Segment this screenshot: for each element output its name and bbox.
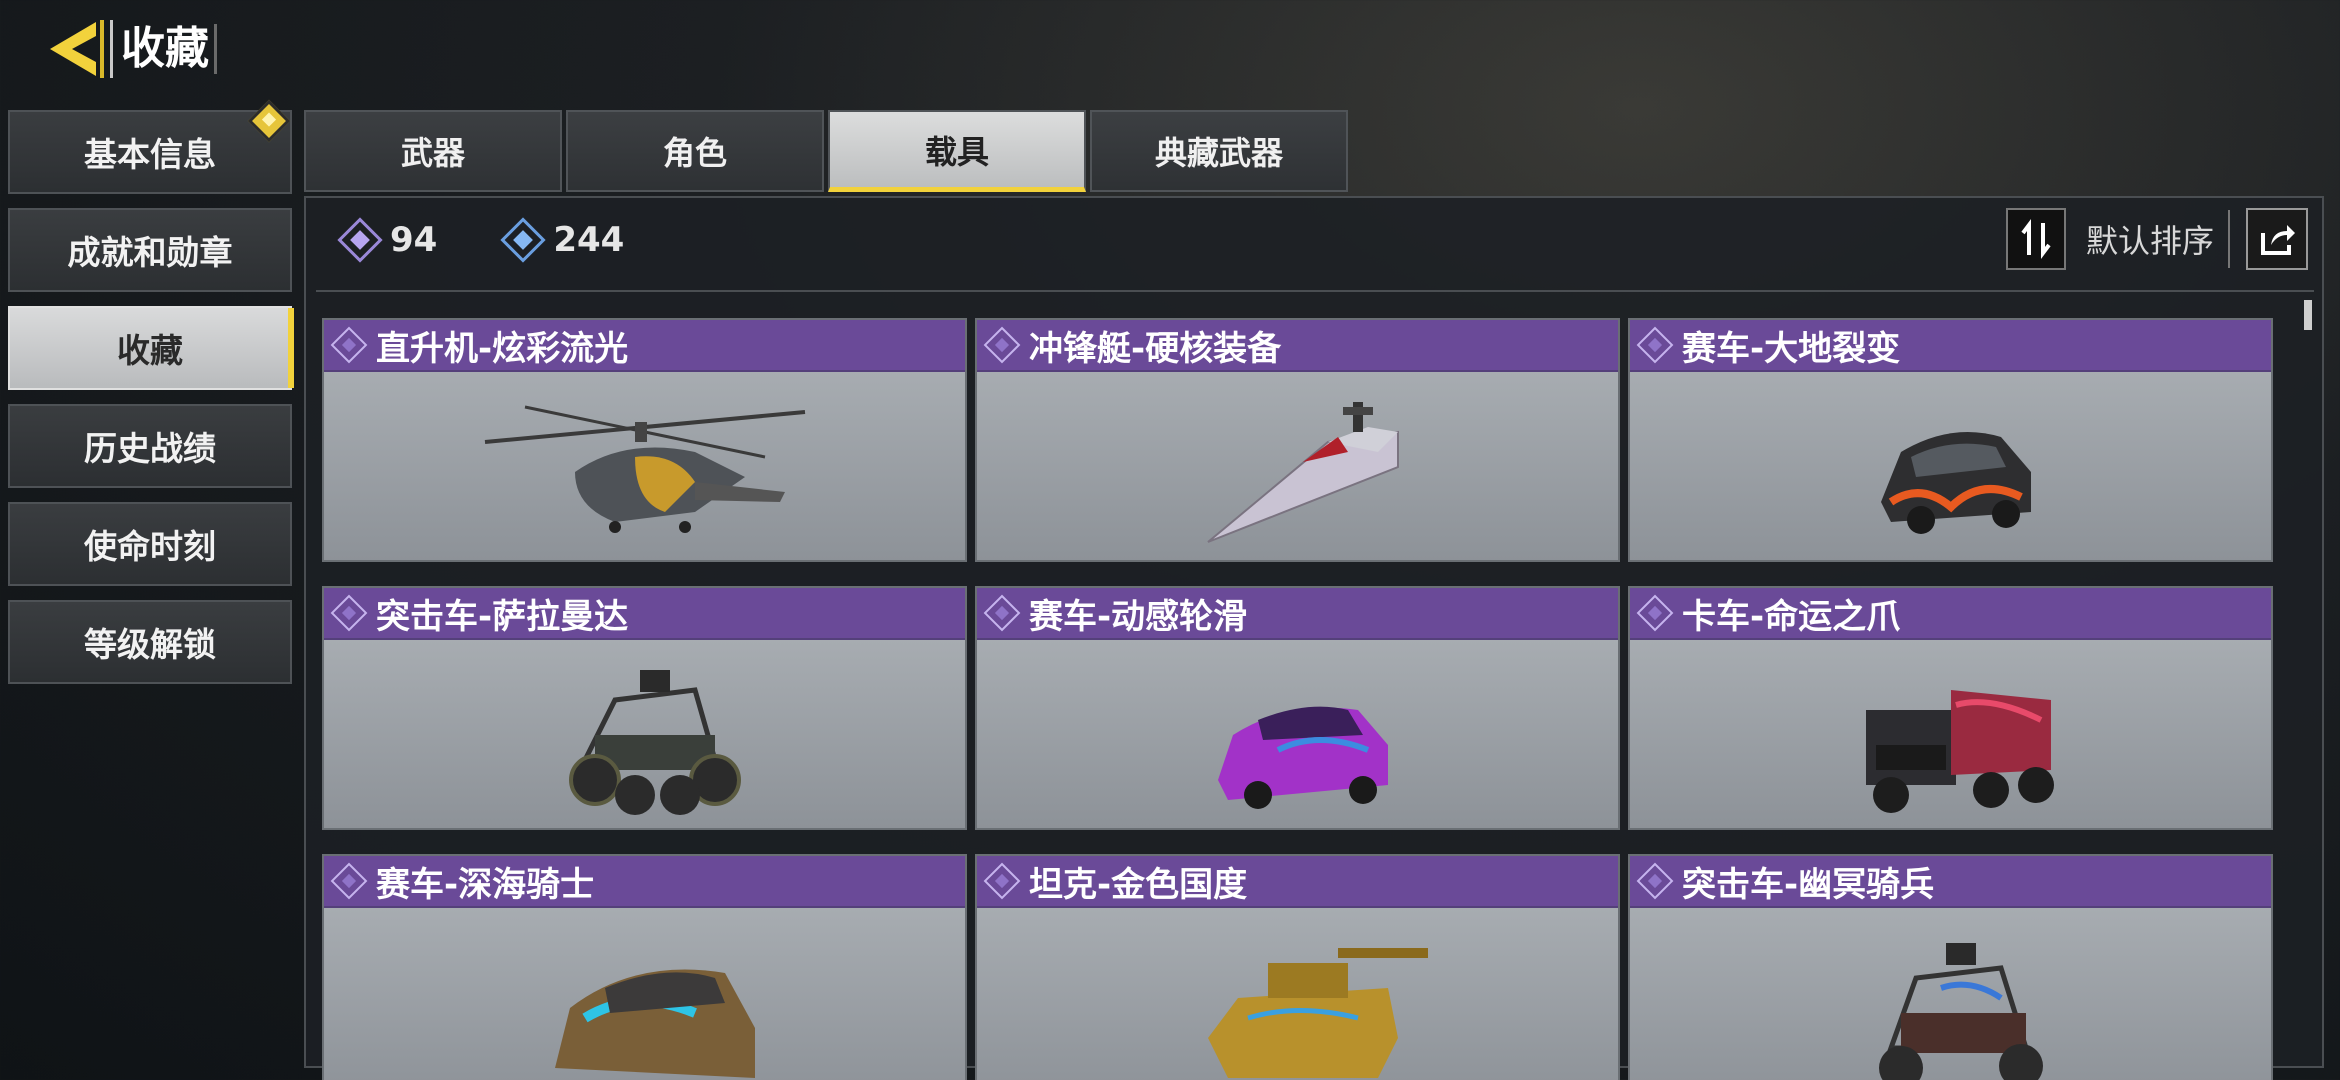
vehicle-image: [977, 640, 1618, 828]
tab-vehicles[interactable]: 载具: [828, 110, 1086, 192]
vehicle-card[interactable]: 赛车-深海骑士: [322, 854, 967, 1080]
helicopter-icon: [484, 405, 805, 533]
rarity-diamond-icon: [983, 594, 1021, 632]
share-icon: [2261, 225, 2295, 255]
buggy-icon: [568, 670, 741, 815]
vehicle-card[interactable]: 卡车-命运之爪: [1628, 586, 2273, 830]
vehicle-card[interactable]: 赛车-大地裂变: [1628, 318, 2273, 562]
card-header: 突击车-萨拉曼达: [324, 588, 965, 640]
sidebar-item-history[interactable]: 历史战绩: [8, 404, 292, 488]
sidebar-item-label: 等级解锁: [84, 625, 216, 664]
sidebar-item-label: 成就和勋章: [67, 233, 233, 272]
vehicle-image: [977, 372, 1618, 560]
vehicle-image: [1630, 908, 2271, 1080]
rarity-diamond-icon: [330, 862, 368, 900]
back-arrow-icon: [50, 20, 104, 78]
tab-weapons[interactable]: 武器: [304, 110, 562, 192]
race-car-icon: [554, 969, 755, 1078]
vehicle-name: 卡车-命运之爪: [1682, 596, 1901, 637]
new-badge-icon: [247, 99, 291, 143]
category-tabs: 武器 角色 载具 典藏武器: [304, 110, 1348, 192]
buggy-icon: [1878, 943, 2043, 1080]
vehicle-image: [977, 908, 1618, 1080]
vehicle-name: 突击车-幽冥骑兵: [1682, 864, 1935, 905]
sort-area: 默认排序: [2005, 208, 2308, 270]
sidebar-item-level-unlock[interactable]: 等级解锁: [8, 600, 292, 684]
back-button[interactable]: [40, 18, 112, 80]
vehicle-name: 赛车-大地裂变: [1682, 328, 1901, 369]
card-header: 赛车-大地裂变: [1630, 320, 2271, 372]
vehicle-card[interactable]: 冲锋艇-硬核装备: [975, 318, 1620, 562]
sidebar-item-label: 收藏: [117, 331, 183, 370]
currency-bar: 94 244: [337, 217, 625, 263]
vehicle-name: 直升机-炫彩流光: [376, 328, 629, 369]
rarity-diamond-icon: [1636, 326, 1674, 364]
sidebar: 基本信息 成就和勋章 收藏 历史战绩 使命时刻 等级解锁: [8, 99, 294, 698]
vehicle-card[interactable]: 突击车-幽冥骑兵: [1628, 854, 2273, 1080]
card-header: 赛车-深海骑士: [324, 856, 965, 908]
sidebar-item-achievements[interactable]: 成就和勋章: [8, 208, 292, 292]
sort-button[interactable]: [2005, 208, 2066, 270]
scrollbar[interactable]: [2304, 300, 2312, 330]
rarity-diamond-icon: [983, 862, 1021, 900]
purple-currency: 94: [337, 217, 438, 263]
blue-currency-value: 244: [553, 220, 625, 260]
vehicle-image: [1630, 372, 2271, 560]
vehicle-name: 赛车-动感轮滑: [1029, 596, 1248, 637]
tank-icon: [1207, 948, 1428, 1078]
vehicle-image: [324, 640, 965, 828]
vehicle-grid: 直升机-炫彩流光 冲锋艇-硬核装备 赛车-大地裂变 突击车-萨拉曼达 赛车-动感…: [322, 318, 2282, 1080]
rarity-diamond-icon: [1636, 862, 1674, 900]
vehicle-card[interactable]: 突击车-萨拉曼达: [322, 586, 967, 830]
sidebar-item-moments[interactable]: 使命时刻: [8, 502, 292, 586]
vehicle-panel: 94 244 默认排序 直升机-炫彩流光 冲锋艇-硬核装备 赛车-大地裂变 突击…: [304, 196, 2324, 1080]
sort-icon: [2021, 219, 2051, 259]
card-header: 卡车-命运之爪: [1630, 588, 2271, 640]
sort-label[interactable]: 默认排序: [2086, 216, 2214, 262]
card-header: 坦克-金色国度: [977, 856, 1618, 908]
vehicle-card[interactable]: 坦克-金色国度: [975, 854, 1620, 1080]
vehicle-card[interactable]: 直升机-炫彩流光: [322, 318, 967, 562]
blue-diamond-icon: [500, 217, 546, 263]
truck-icon: [1865, 690, 2054, 813]
race-car-icon: [1880, 432, 2031, 534]
vehicle-name: 突击车-萨拉曼达: [376, 596, 629, 637]
header-divider: [316, 290, 2314, 292]
tab-collection-weapons[interactable]: 典藏武器: [1090, 110, 1348, 192]
vehicle-image: [324, 908, 965, 1080]
sidebar-item-label: 基本信息: [84, 135, 216, 174]
race-car-icon: [1217, 706, 1388, 809]
rarity-diamond-icon: [983, 326, 1021, 364]
blue-currency: 244: [500, 217, 625, 263]
boat-icon: [1206, 402, 1399, 543]
divider: [2228, 210, 2230, 268]
sidebar-item-label: 使命时刻: [84, 527, 216, 566]
vehicle-name: 冲锋艇-硬核装备: [1029, 328, 1282, 369]
share-button[interactable]: [2246, 208, 2308, 270]
card-header: 突击车-幽冥骑兵: [1630, 856, 2271, 908]
vehicle-image: [1630, 640, 2271, 828]
vehicle-name: 坦克-金色国度: [1029, 864, 1248, 905]
rarity-diamond-icon: [330, 326, 368, 364]
card-header: 赛车-动感轮滑: [977, 588, 1618, 640]
page-title: 收藏: [110, 20, 217, 78]
sidebar-item-label: 历史战绩: [84, 429, 216, 468]
vehicle-name: 赛车-深海骑士: [376, 864, 595, 905]
vehicle-image: [324, 372, 965, 560]
vehicle-card[interactable]: 赛车-动感轮滑: [975, 586, 1620, 830]
purple-diamond-icon: [337, 217, 383, 263]
tab-characters[interactable]: 角色: [566, 110, 824, 192]
card-header: 冲锋艇-硬核装备: [977, 320, 1618, 372]
rarity-diamond-icon: [1636, 594, 1674, 632]
rarity-diamond-icon: [330, 594, 368, 632]
sidebar-item-collection[interactable]: 收藏: [8, 306, 294, 390]
purple-currency-value: 94: [390, 220, 438, 260]
card-header: 直升机-炫彩流光: [324, 320, 965, 372]
sidebar-item-basic-info[interactable]: 基本信息: [8, 99, 292, 194]
